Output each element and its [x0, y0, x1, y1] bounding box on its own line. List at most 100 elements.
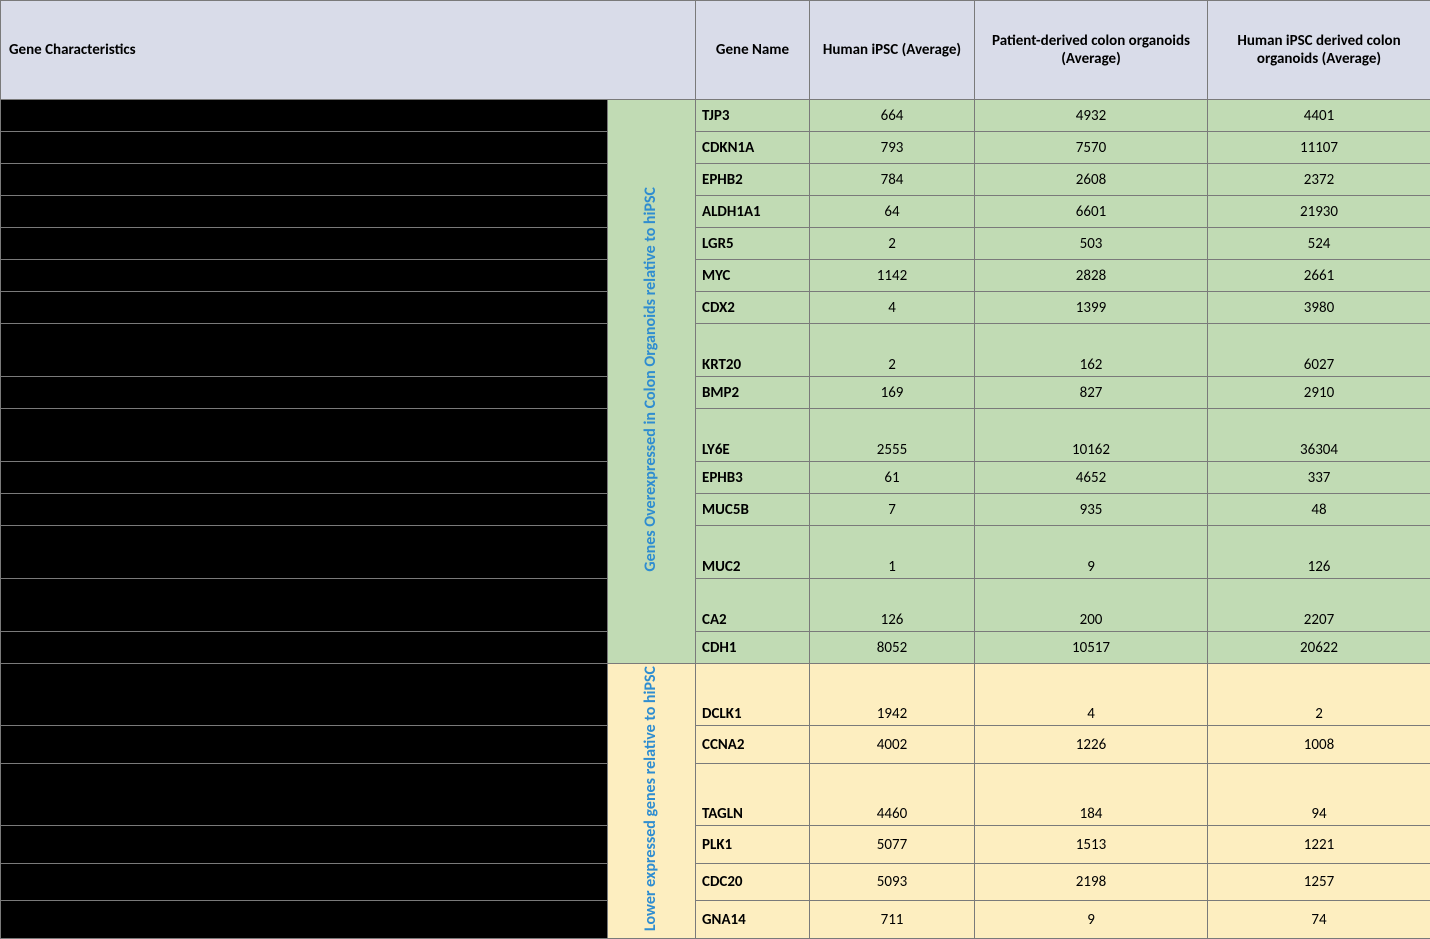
gene-characteristic: Cyclin A2	[1, 726, 608, 764]
value-patient-derived: 4652	[975, 462, 1208, 494]
value-ipsc-derived: 11107	[1208, 132, 1430, 164]
value-patient-derived: 1226	[975, 726, 1208, 764]
gene-characteristic: Involved in pathway protein ubiquitinati…	[1, 863, 608, 901]
value-human-ipsc: 793	[810, 132, 975, 164]
table-row: Actin cross-linking/gelling protein invo…	[1, 763, 1430, 825]
value-ipsc-derived: 126	[1208, 526, 1430, 579]
value-human-ipsc: 61	[810, 462, 975, 494]
gene-name: LGR5	[696, 228, 810, 260]
value-human-ipsc: 5077	[810, 826, 975, 864]
value-ipsc-derived: 2372	[1208, 164, 1430, 196]
header-human-ipsc: Human iPSC (Average)	[810, 1, 975, 100]
table-row: G-protein family memberGNA14711974	[1, 901, 1430, 939]
header-ipsc-derived: Human iPSC derived colon organoids (Aver…	[1208, 1, 1430, 100]
value-ipsc-derived: 1257	[1208, 863, 1430, 901]
table-container: Gene Characteristics Gene Name Human iPS…	[0, 0, 1430, 876]
value-patient-derived: 10517	[975, 632, 1208, 664]
value-ipsc-derived: 3980	[1208, 292, 1430, 324]
table-row: Ephrin type B receptor 2EPHB278426082372	[1, 164, 1430, 196]
value-patient-derived: 935	[975, 494, 1208, 526]
value-ipsc-derived: 48	[1208, 494, 1430, 526]
gene-characteristic: Encodes respiratory tract mucin glycopro…	[1, 494, 608, 526]
gene-name: CA2	[696, 579, 810, 632]
value-human-ipsc: 2	[810, 324, 975, 377]
value-ipsc-derived: 36304	[1208, 409, 1430, 462]
gene-name: EPHB2	[696, 164, 810, 196]
value-human-ipsc: 2555	[810, 409, 975, 462]
table-row: Associated with drug resistance & tumor …	[1, 409, 1430, 462]
gene-characteristic: Epithelial cadherin; E-cadherin	[1, 632, 608, 664]
table-row: Intestine specific transcription factorC…	[1, 292, 1430, 324]
table-row: Early trigger for G2/M transition PLK1507…	[1, 826, 1430, 864]
value-ipsc-derived: 6027	[1208, 324, 1430, 377]
value-human-ipsc: 711	[810, 901, 975, 939]
value-human-ipsc: 4460	[810, 763, 975, 825]
gene-name: CCNA2	[696, 726, 810, 764]
gene-name: MUC2	[696, 526, 810, 579]
gene-name: TAGLN	[696, 763, 810, 825]
gene-characteristic: Early trigger for G2/M transition	[1, 826, 608, 864]
gene-name: MUC5B	[696, 494, 810, 526]
value-ipsc-derived: 2910	[1208, 377, 1430, 409]
value-patient-derived: 2608	[975, 164, 1208, 196]
gene-name: LY6E	[696, 409, 810, 462]
value-ipsc-derived: 524	[1208, 228, 1430, 260]
group-overexpressed: Genes Overexpressed in Colon Organoids r…	[608, 100, 696, 664]
value-patient-derived: 7570	[975, 132, 1208, 164]
table-row: Epithelial cadherin; E-cadherin CDH180521…	[1, 632, 1430, 664]
value-patient-derived: 162	[975, 324, 1208, 377]
group-lower-expressed: Lower expressed genes relative to hiPSC	[608, 664, 696, 939]
value-human-ipsc: 7	[810, 494, 975, 526]
value-patient-derived: 9	[975, 526, 1208, 579]
gene-characteristic: Carbonic anhydrase II; enzyme expressed …	[1, 579, 608, 632]
gene-characteristic: Tight Junction protein ZO-3	[1, 100, 608, 132]
gene-characteristic: Type 1 cytokeratin; major protein of mat…	[1, 324, 608, 377]
gene-name: MYC	[696, 260, 810, 292]
table-row: Secreted from goblet cells; gel provides…	[1, 526, 1430, 579]
value-ipsc-derived: 2	[1208, 664, 1430, 726]
table-row: Encodes respiratory tract mucin glycopro…	[1, 494, 1430, 526]
value-human-ipsc: 126	[810, 579, 975, 632]
gene-name: TJP3	[696, 100, 810, 132]
table-row: Ephrin type B receptor 3EPHB3614652337	[1, 462, 1430, 494]
gene-name: CDKN1A	[696, 132, 810, 164]
table-row: TGFb signalling pathwayBMP21698272910	[1, 377, 1430, 409]
gene-name: PLK1	[696, 826, 810, 864]
gene-name: GNA14	[696, 901, 810, 939]
gene-characteristic: Aldehyde Dehydrogenase I	[1, 196, 608, 228]
value-patient-derived: 184	[975, 763, 1208, 825]
gene-name: KRT20	[696, 324, 810, 377]
gene-characteristic: Cyclin dependent kinase Inhibitor 1A	[1, 132, 608, 164]
header-row: Gene Characteristics Gene Name Human iPS…	[1, 1, 1430, 100]
value-patient-derived: 4932	[975, 100, 1208, 132]
value-human-ipsc: 1942	[810, 664, 975, 726]
value-human-ipsc: 784	[810, 164, 975, 196]
value-ipsc-derived: 337	[1208, 462, 1430, 494]
table-row: Cyclin A2CCNA2400212261008	[1, 726, 1430, 764]
value-human-ipsc: 8052	[810, 632, 975, 664]
gene-name: DCLK1	[696, 664, 810, 726]
table-row: Type 1 cytokeratin; major protein of mat…	[1, 324, 1430, 377]
gene-characteristic: Ephrin type B receptor 3	[1, 462, 608, 494]
value-patient-derived: 1399	[975, 292, 1208, 324]
header-characteristics: Gene Characteristics	[1, 1, 696, 100]
value-patient-derived: 200	[975, 579, 1208, 632]
value-human-ipsc: 2	[810, 228, 975, 260]
value-patient-derived: 9	[975, 901, 1208, 939]
header-gene-name: Gene Name	[696, 1, 810, 100]
value-human-ipsc: 1	[810, 526, 975, 579]
value-ipsc-derived: 2661	[1208, 260, 1430, 292]
gene-name: CDH1	[696, 632, 810, 664]
table-row: Tight Junction protein ZO-3Genes Overexp…	[1, 100, 1430, 132]
value-human-ipsc: 5093	[810, 863, 975, 901]
header-patient-derived: Patient-derived colon organoids (Average…	[975, 1, 1208, 100]
gene-expression-table: Gene Characteristics Gene Name Human iPS…	[0, 0, 1430, 939]
value-ipsc-derived: 1008	[1208, 726, 1430, 764]
value-patient-derived: 10162	[975, 409, 1208, 462]
value-patient-derived: 1513	[975, 826, 1208, 864]
gene-characteristic: Proto-oncogene	[1, 260, 608, 292]
value-human-ipsc: 64	[810, 196, 975, 228]
value-patient-derived: 2828	[975, 260, 1208, 292]
gene-characteristic: Secreted from goblet cells; gel provides…	[1, 526, 608, 579]
value-ipsc-derived: 2207	[1208, 579, 1430, 632]
